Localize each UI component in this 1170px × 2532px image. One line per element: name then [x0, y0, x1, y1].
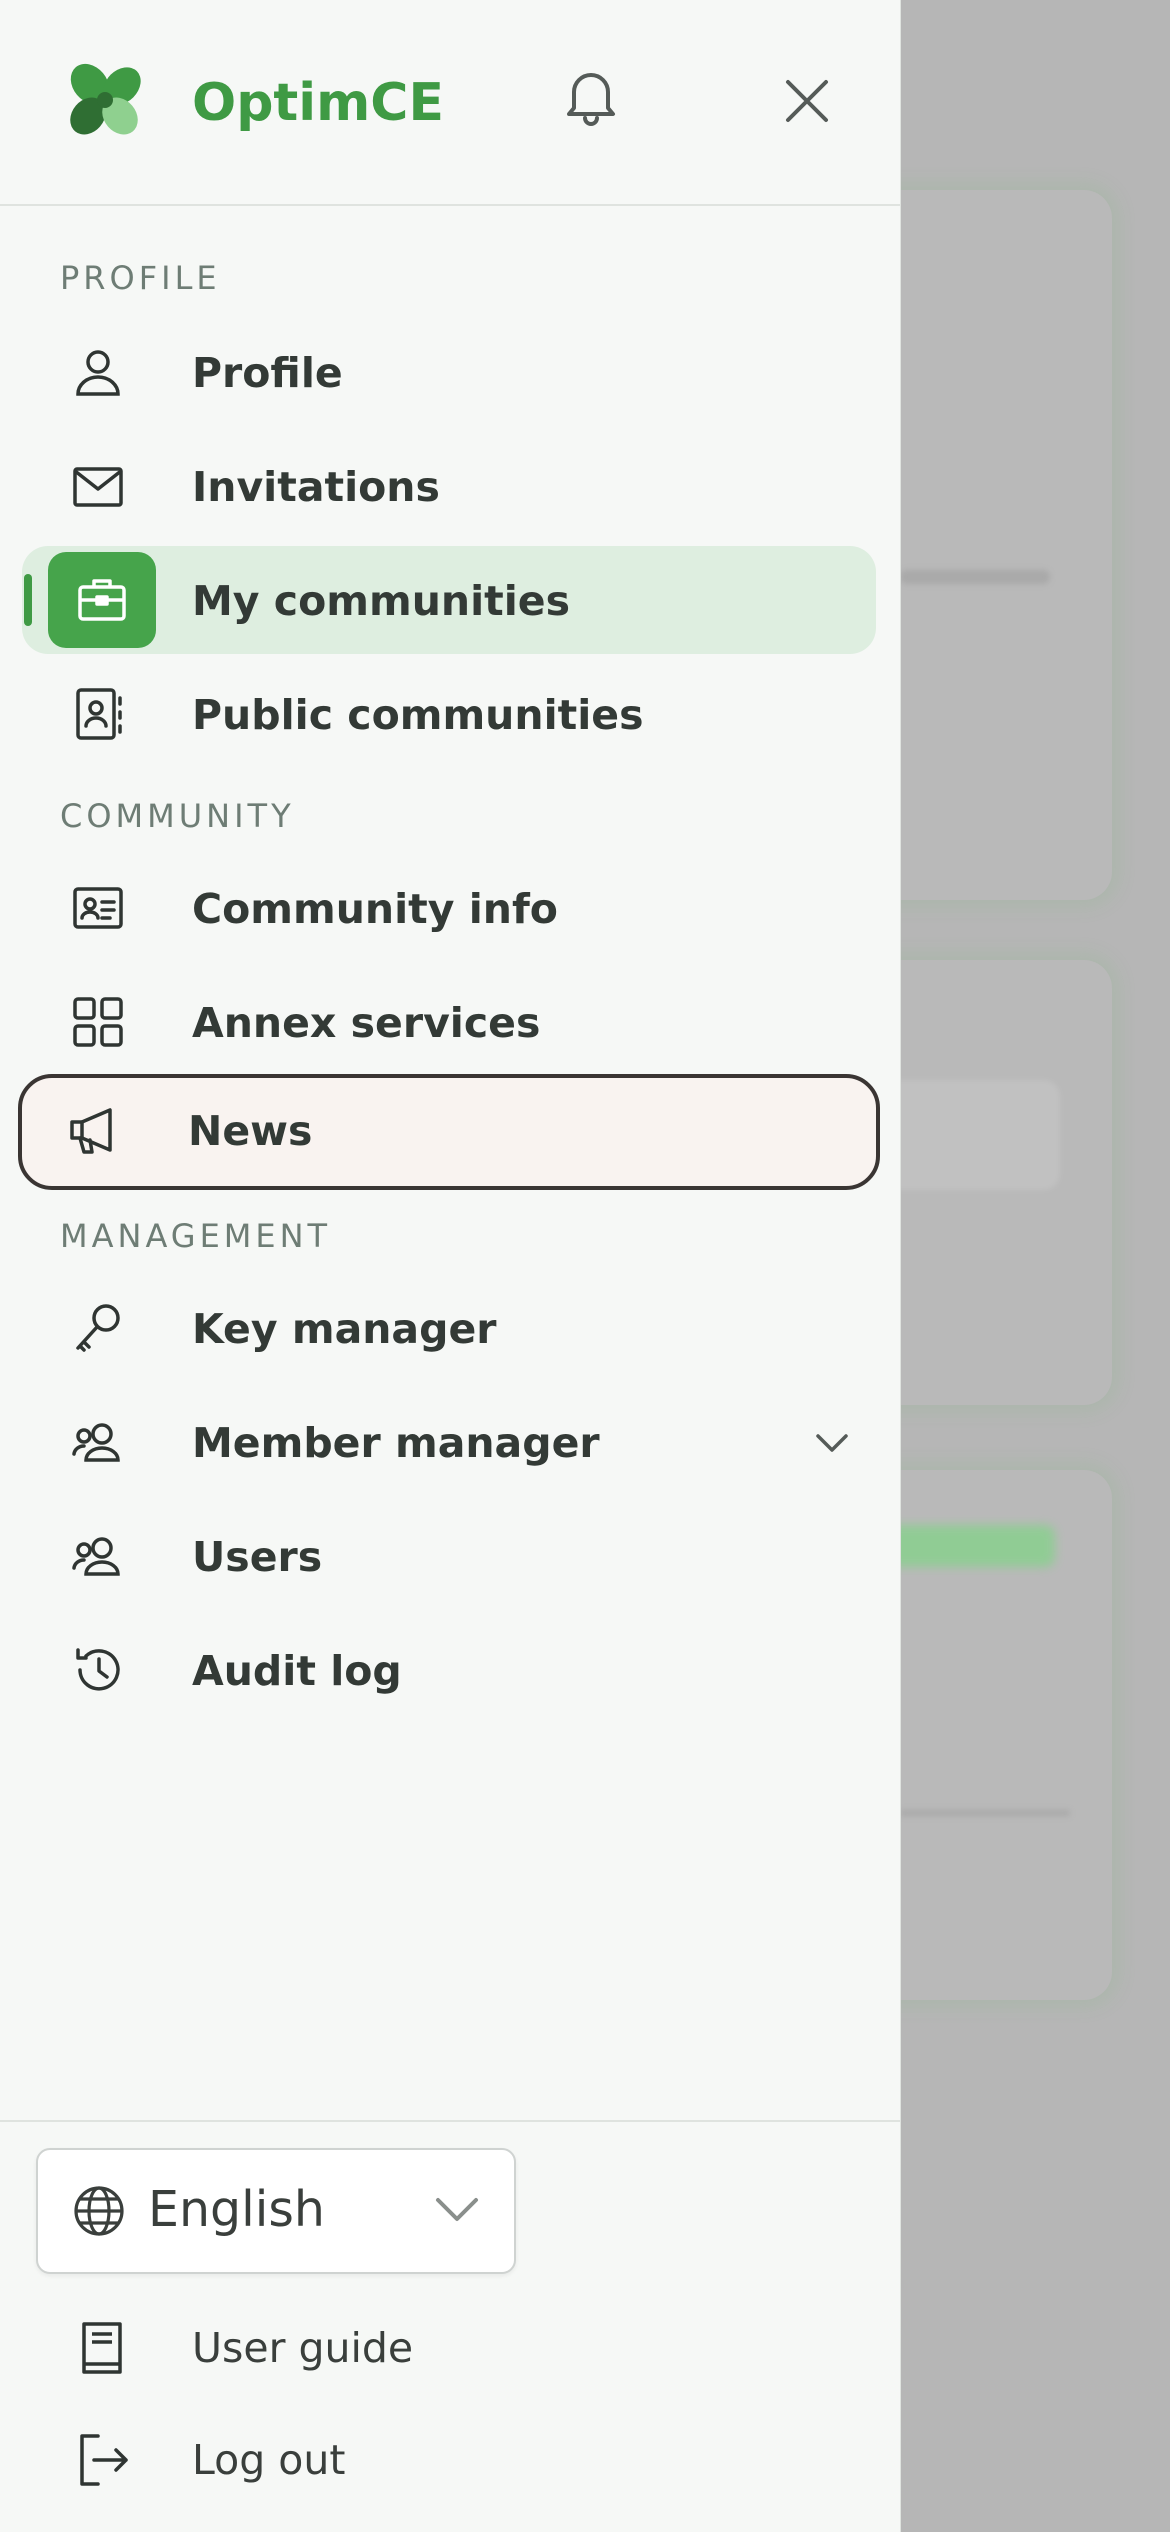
megaphone-icon [70, 1108, 112, 1154]
bell-icon[interactable] [558, 62, 624, 128]
nav-item-invitations[interactable]: Invitations [22, 432, 876, 540]
logout-label: Log out [192, 2436, 346, 2484]
nav-item-annex-services[interactable]: Annex services [22, 968, 876, 1076]
language-value: English [148, 2181, 325, 2238]
background-divider [900, 1810, 1070, 1816]
background-text [900, 570, 1050, 584]
section-title-profile: PROFILE [60, 259, 221, 297]
users-icon [72, 1423, 120, 1462]
nav-item-key-manager[interactable]: Key manager [22, 1274, 876, 1382]
users-icon [72, 1537, 120, 1576]
footer-divider [0, 2120, 900, 2122]
background-button [880, 1525, 1055, 1567]
globe-icon [74, 2186, 124, 2236]
nav-item-news[interactable]: News [18, 1074, 880, 1190]
user-guide-link[interactable]: User guide [60, 2308, 660, 2388]
section-title-management: MANAGEMENT [60, 1217, 332, 1255]
active-indicator [24, 574, 32, 626]
nav-item-member-manager[interactable]: Member manager [22, 1388, 876, 1496]
nav-item-label: Users [192, 1533, 323, 1581]
navigation-drawer: OptimCE PROFILE Profile Invitations My c… [0, 0, 901, 2532]
key-icon [76, 1304, 120, 1352]
user-icon [76, 350, 120, 396]
active-icon-box [48, 552, 156, 648]
nav-item-my-communities[interactable]: My communities [22, 546, 876, 654]
language-select[interactable]: English [36, 2148, 516, 2274]
contact-book-icon [76, 688, 122, 740]
nav-item-label: Annex services [192, 999, 541, 1047]
nav-item-label: Profile [192, 349, 343, 397]
chevron-down-icon [436, 2198, 478, 2221]
book-icon [82, 2322, 122, 2374]
nav-item-label: My communities [192, 577, 571, 625]
id-card-icon [73, 887, 123, 929]
briefcase-icon [78, 579, 126, 621]
nav-item-label: Invitations [192, 463, 440, 511]
clover-logo-icon [70, 63, 141, 135]
nav-item-label: News [188, 1107, 313, 1155]
envelope-icon [73, 467, 123, 507]
user-guide-label: User guide [192, 2324, 414, 2372]
nav-item-label: Audit log [192, 1647, 402, 1695]
nav-item-public-communities[interactable]: Public communities [22, 660, 876, 768]
nav-item-label: Key manager [192, 1305, 497, 1353]
nav-item-profile[interactable]: Profile [22, 318, 876, 426]
nav-item-label: Community info [192, 885, 558, 933]
drawer-header: OptimCE [0, 0, 900, 206]
chevron-down-icon[interactable] [812, 1426, 852, 1458]
nav-item-community-info[interactable]: Community info [22, 854, 876, 962]
history-icon [76, 1648, 120, 1691]
logout-link[interactable]: Log out [60, 2420, 660, 2500]
logout-icon [80, 2434, 128, 2486]
close-icon[interactable] [776, 70, 838, 132]
nav-item-label: Member manager [192, 1419, 600, 1467]
nav-item-users[interactable]: Users [22, 1502, 876, 1610]
section-title-community: COMMUNITY [60, 797, 295, 835]
nav-item-audit-log[interactable]: Audit log [22, 1616, 876, 1724]
nav-item-label: Public communities [192, 691, 644, 739]
brand-name: OptimCE [192, 73, 444, 133]
grid-icon [73, 997, 123, 1047]
